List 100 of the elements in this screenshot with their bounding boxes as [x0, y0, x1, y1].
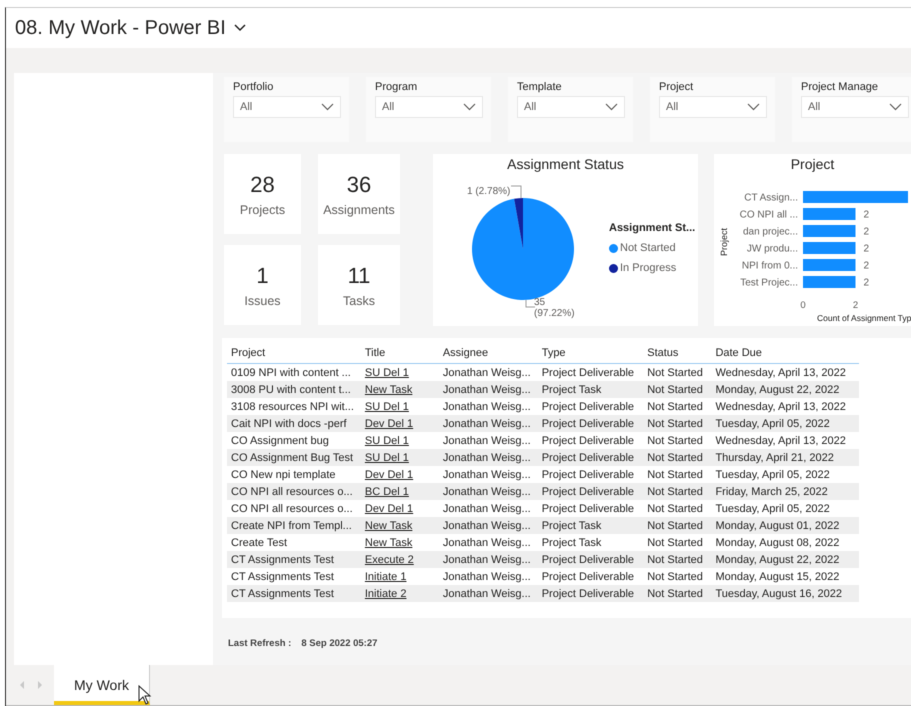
chevron-down-icon: [321, 103, 334, 111]
table-cell: Thursday, April 21, 2022: [711, 449, 859, 466]
table-cell: Jonathan Weisg...: [438, 449, 538, 466]
table-cell: Jonathan Weisg...: [438, 466, 538, 483]
title-link[interactable]: SU Del 1: [364, 400, 409, 412]
category-label: NPI from 0...: [742, 260, 798, 272]
table-cell: Project Deliverable: [538, 568, 644, 585]
table-cell: Not Started: [643, 517, 712, 534]
leader-line: [510, 186, 522, 198]
table-cell: Jonathan Weisg...: [438, 500, 538, 517]
data-label: 2: [864, 210, 870, 220]
table-cell: Not Started: [643, 551, 712, 568]
table-cell: Wednesday, April 13, 2022: [711, 398, 859, 415]
data-label: 2: [864, 260, 870, 272]
column-header: Status: [643, 342, 712, 364]
table-cell: Monday, August 08, 2022: [711, 534, 859, 551]
axis-title: Count of Assignment Typ: [817, 313, 911, 323]
table-cell: Project Deliverable: [538, 466, 644, 483]
slicer-dropdown[interactable]: All: [375, 96, 483, 118]
slicer-dropdown[interactable]: All: [517, 96, 625, 118]
column-header: Assignee: [438, 342, 538, 364]
tick-label: 0: [800, 300, 806, 311]
title-link[interactable]: Dev Del 1: [364, 502, 414, 514]
title-link[interactable]: SU Del 1: [364, 434, 409, 446]
table-cell: Monday, August 15, 2022: [711, 568, 859, 585]
table-cell: Tuesday, April 05, 2022: [711, 500, 859, 517]
table-cell: Jonathan Weisg...: [438, 381, 538, 398]
title-link[interactable]: New Task: [364, 536, 412, 548]
data-label: 1 (2.78%): [467, 186, 510, 197]
table-cell: CO Assignment Bug Test: [227, 449, 361, 466]
card-label: Issues: [244, 294, 281, 308]
card-value: 1: [256, 262, 269, 290]
column-header: Date Due: [711, 342, 859, 364]
table-cell: Project Deliverable: [538, 398, 644, 415]
category-label: JW produ...: [746, 244, 798, 254]
card-value: 11: [348, 262, 370, 290]
next-page-icon[interactable]: [36, 680, 44, 690]
slicer-label: Program: [375, 81, 418, 93]
table-cell: Project Task: [538, 517, 644, 534]
chart-title: Project: [790, 156, 836, 172]
table-cell: CO Assignment bug: [227, 432, 361, 449]
table-cell: Not Started: [643, 483, 712, 500]
table-cell: Not Started: [643, 398, 712, 415]
category-label: CO NPI all ...: [740, 210, 798, 220]
table-cell: Project Deliverable: [538, 500, 644, 517]
title-link[interactable]: Dev Del 1: [364, 468, 414, 480]
table-cell: CT Assignments Test: [227, 568, 361, 585]
table-cell: Jonathan Weisg...: [438, 432, 538, 449]
table-cell: Wednesday, April 13, 2022: [711, 364, 859, 381]
data-label: 2: [864, 278, 870, 288]
column-header: Type: [538, 342, 644, 364]
chevron-down-icon: [605, 103, 618, 111]
table-cell: 0109 NPI with content ...: [227, 364, 361, 381]
mouse-pointer-icon: [138, 685, 152, 705]
card-label: Assignments: [323, 203, 395, 217]
slicer-dropdown[interactable]: All: [233, 96, 341, 118]
table-cell: Project Deliverable: [538, 415, 644, 432]
category-label: CT Assign...: [744, 192, 798, 204]
tick-label: 2: [852, 300, 858, 311]
table-cell: Project Task: [538, 381, 644, 398]
table-cell: Not Started: [643, 415, 712, 432]
table-cell: Jonathan Weisg...: [438, 534, 538, 551]
table-cell: CT Assignments Test: [227, 551, 361, 568]
table-cell: CO NPI all resources o...: [227, 500, 361, 517]
table-cell: Project Deliverable: [538, 585, 644, 602]
slicer-dropdown[interactable]: All: [801, 96, 909, 118]
card-value: 28: [250, 171, 275, 199]
table-cell: Create NPI from Templ...: [227, 517, 361, 534]
column-header: Title: [360, 342, 439, 364]
chevron-down-icon: [747, 103, 760, 111]
slicer-label: Project Manage: [801, 81, 880, 93]
table-cell: Not Started: [643, 534, 712, 551]
card-label: Tasks: [343, 294, 375, 308]
page-tab[interactable]: My Work: [54, 665, 150, 705]
table-cell: Jonathan Weisg...: [438, 585, 538, 602]
previous-page-icon[interactable]: [18, 680, 26, 690]
table-cell: Not Started: [643, 568, 712, 585]
table-cell: Not Started: [643, 449, 712, 466]
table-cell: CO NPI all resources o...: [227, 483, 361, 500]
table-cell: Project Deliverable: [538, 551, 644, 568]
chevron-down-icon: [234, 24, 246, 32]
table-cell: 3108 resources NPI wit...: [227, 398, 361, 415]
slicer-dropdown[interactable]: All: [659, 96, 767, 118]
table-cell: 3008 PU with content t...: [227, 381, 361, 398]
table-cell: CT Assignments Test: [227, 585, 361, 602]
table-cell: Wednesday, April 13, 2022: [711, 432, 859, 449]
table-cell: Jonathan Weisg...: [438, 568, 538, 585]
table-cell: CO New npi template: [227, 466, 361, 483]
table-cell: Jonathan Weisg...: [438, 415, 538, 432]
table-cell: Create Test: [227, 534, 361, 551]
legend-title: Assignment St...: [609, 222, 696, 234]
column-header: Project: [227, 342, 361, 364]
slicer-label: Project: [659, 81, 694, 93]
card-label: Projects: [240, 203, 286, 217]
refresh-label: Last Refresh :: [228, 638, 292, 649]
title-link[interactable]: SU Del 1: [364, 366, 409, 378]
table-cell: Project Task: [538, 534, 644, 551]
legend-label: Not Started: [620, 242, 676, 254]
table-cell: Jonathan Weisg...: [438, 551, 538, 568]
title-link[interactable]: Initiate 1: [364, 570, 406, 582]
